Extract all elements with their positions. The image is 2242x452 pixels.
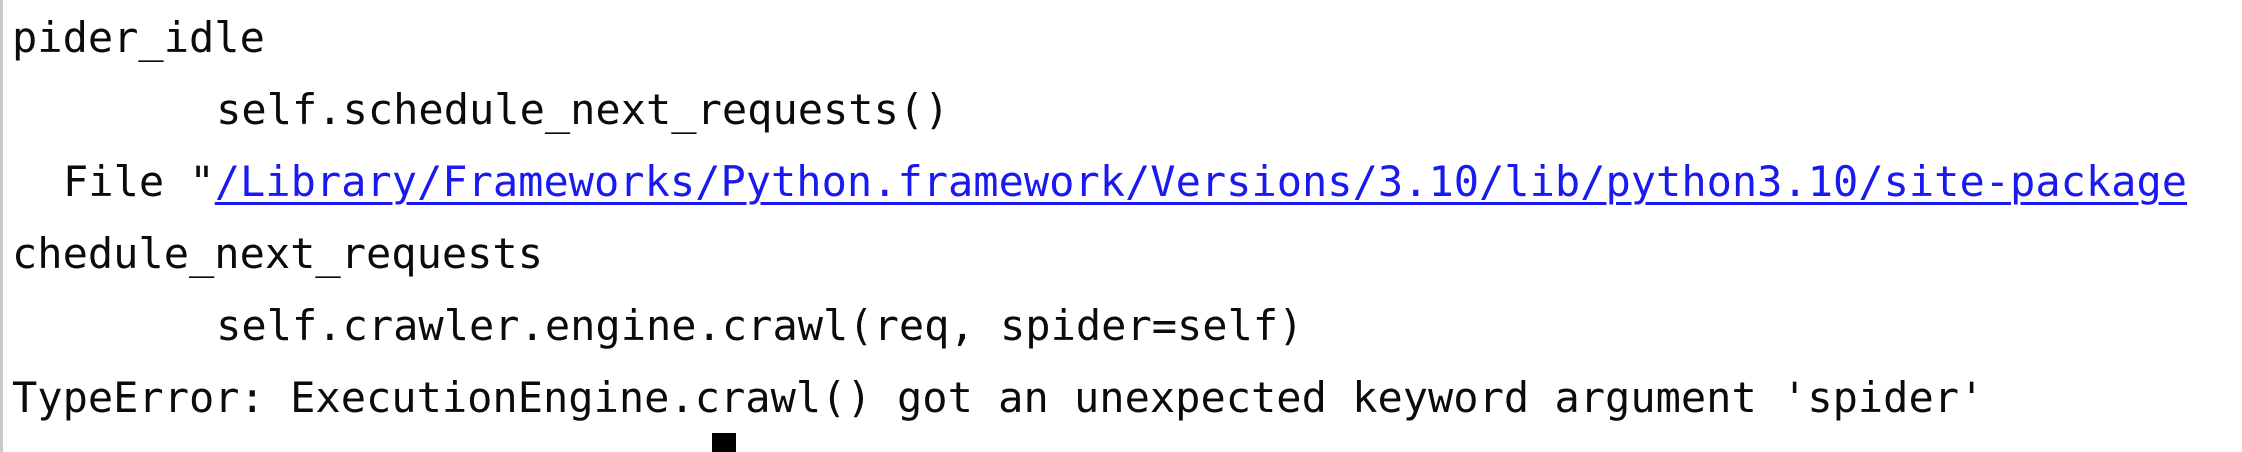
traceback-line: pider_idle bbox=[12, 13, 265, 62]
text-cursor bbox=[712, 433, 736, 452]
file-label: File " bbox=[63, 157, 215, 206]
traceback-file-line: File "/Library/Frameworks/Python.framewo… bbox=[63, 146, 2187, 218]
terminal-output[interactable]: pider_idle self.schedule_next_requests()… bbox=[0, 0, 2242, 452]
terminal-left-border bbox=[0, 0, 3, 452]
traceback-code-line: self.crawler.engine.crawl(req, spider=se… bbox=[115, 301, 1304, 350]
traceback-line: chedule_next_requests bbox=[12, 229, 544, 278]
file-path-link[interactable]: /Library/Frameworks/Python.framework/Ver… bbox=[215, 157, 2187, 206]
error-message-line: TypeError: ExecutionEngine.crawl() got a… bbox=[12, 373, 1985, 422]
traceback-code-line: self.schedule_next_requests() bbox=[115, 85, 950, 134]
